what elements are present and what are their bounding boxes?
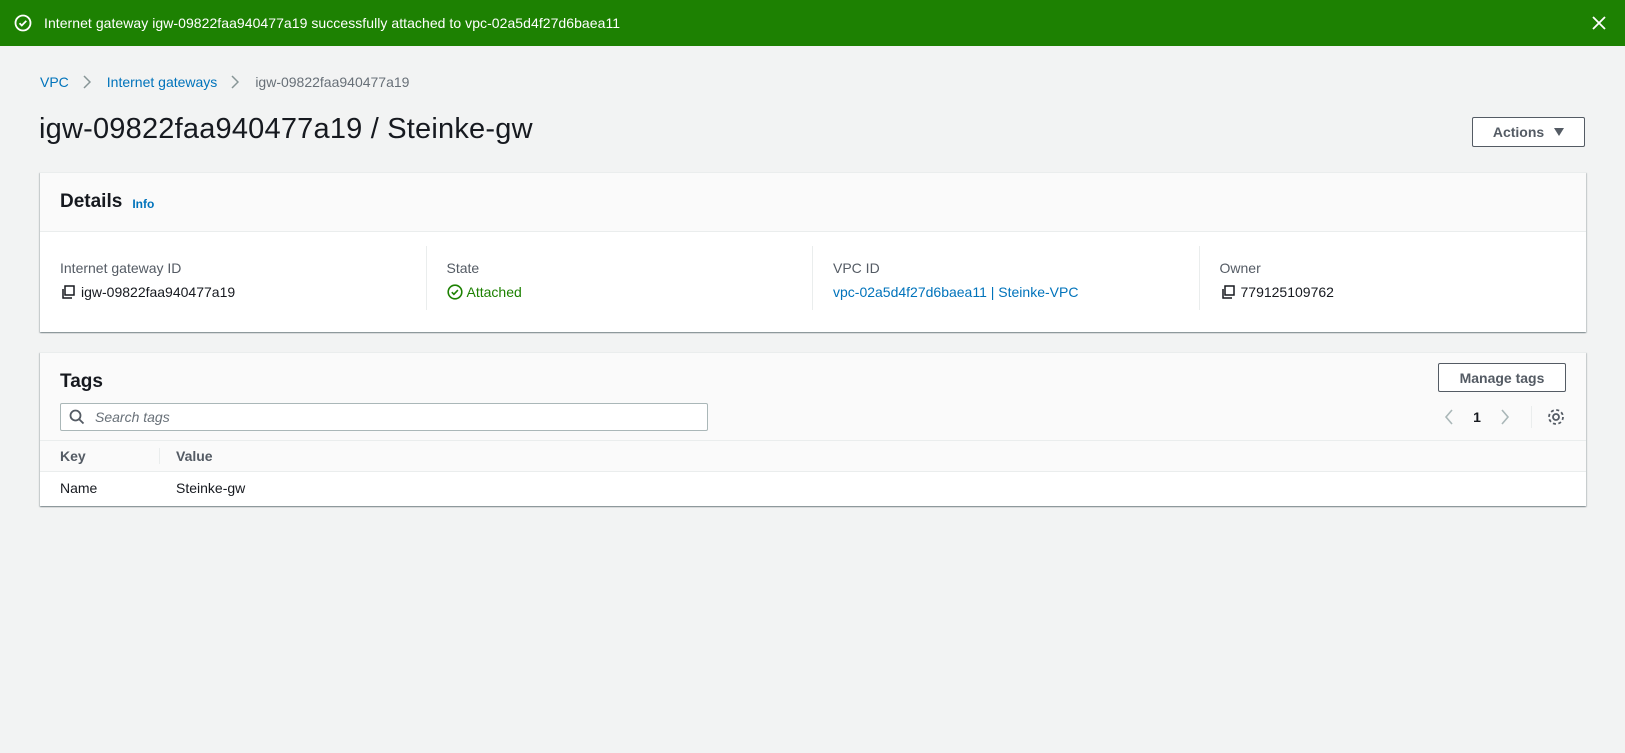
- chevron-right-icon: [231, 75, 241, 89]
- tag-value-cell: Steinke-gw: [176, 480, 246, 496]
- page-title: igw-09822faa940477a19 / Steinke-gw: [39, 113, 533, 145]
- flash-message: Internet gateway igw-09822faa940477a19 s…: [44, 15, 621, 31]
- state-status: Attached: [466, 284, 522, 300]
- search-tags-field[interactable]: [60, 403, 708, 431]
- copy-icon[interactable]: [60, 284, 76, 300]
- field-vpc-id: VPC ID vpc-02a5d4f27d6baea11 | Steinke-V…: [813, 246, 1200, 310]
- chevron-right-icon: [83, 75, 93, 89]
- search-tags-input[interactable]: [95, 409, 695, 425]
- check-circle-icon: [446, 284, 463, 300]
- field-value: igw-09822faa940477a19: [60, 284, 426, 300]
- pager-divider: [1531, 406, 1532, 428]
- field-label: State: [446, 260, 480, 276]
- tags-title: Tags: [60, 371, 103, 392]
- field-state: State Attached: [427, 246, 813, 310]
- owner-value: 779125109762: [1240, 284, 1334, 300]
- tags-header: Tags Manage tags 1: [40, 353, 1586, 441]
- table-row: Name Steinke-gw: [40, 472, 1586, 504]
- field-label: VPC ID: [833, 260, 880, 276]
- breadcrumb-vpc-link[interactable]: VPC: [40, 74, 69, 90]
- actions-button[interactable]: Actions: [1472, 117, 1585, 147]
- breadcrumb-current: igw-09822faa940477a19: [255, 74, 410, 90]
- tag-key-cell: Name: [60, 480, 98, 496]
- pagination: 1: [1437, 405, 1566, 429]
- gear-icon[interactable]: [1546, 407, 1566, 427]
- tags-panel: Tags Manage tags 1 Key Value Name St: [40, 352, 1586, 506]
- column-header-key[interactable]: Key: [40, 448, 160, 464]
- field-value: 779125109762: [1220, 284, 1587, 300]
- chevron-left-icon[interactable]: [1437, 405, 1461, 429]
- page-number[interactable]: 1: [1461, 409, 1493, 425]
- internet-gateway-id-value: igw-09822faa940477a19: [81, 284, 236, 300]
- caret-down-icon: [1554, 128, 1565, 136]
- breadcrumb-internet-gateways-link[interactable]: Internet gateways: [107, 74, 218, 90]
- info-link[interactable]: Info: [132, 197, 154, 211]
- copy-icon[interactable]: [1220, 284, 1236, 300]
- chevron-right-icon[interactable]: [1493, 405, 1517, 429]
- field-value: vpc-02a5d4f27d6baea11 | Steinke-VPC: [833, 284, 1199, 300]
- success-flash-banner: Internet gateway igw-09822faa940477a19 s…: [0, 0, 1625, 46]
- field-label: Internet gateway ID: [60, 260, 182, 276]
- field-value: Attached: [446, 284, 813, 300]
- details-header: Details Info: [40, 173, 1586, 232]
- field-internet-gateway-id: Internet gateway ID igw-09822faa940477a1…: [40, 246, 427, 310]
- details-fields: Internet gateway ID igw-09822faa940477a1…: [40, 232, 1586, 310]
- check-circle-icon: [14, 14, 32, 32]
- field-owner: Owner 779125109762: [1200, 246, 1587, 310]
- details-panel: Details Info Internet gateway ID igw-098…: [40, 172, 1586, 332]
- manage-tags-button[interactable]: Manage tags: [1438, 363, 1566, 392]
- field-label: Owner: [1219, 260, 1261, 276]
- close-icon[interactable]: [1589, 13, 1609, 33]
- details-title: Details: [60, 191, 123, 212]
- actions-label: Actions: [1492, 124, 1545, 140]
- column-header-value[interactable]: Value: [160, 448, 213, 464]
- search-icon: [69, 409, 85, 425]
- breadcrumb: VPC Internet gateways igw-09822faa940477…: [40, 72, 409, 92]
- vpc-id-link[interactable]: vpc-02a5d4f27d6baea11 | Steinke-VPC: [833, 284, 1078, 300]
- tags-table-header: Key Value: [40, 441, 1586, 472]
